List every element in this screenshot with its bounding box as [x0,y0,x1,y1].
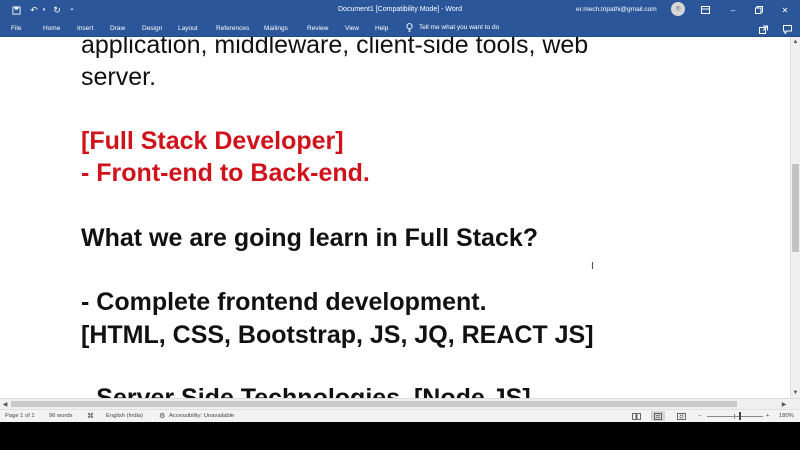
user-icon: ⌾ [675,4,681,13]
screen-letterbox [0,422,800,450]
tell-me-search[interactable]: Tell me what you want to do [406,23,499,32]
doc-line-server: server. [81,63,157,91]
status-bar: Page 1 of 1 96 words ⌘ English (India) ⚙… [0,409,800,422]
accessibility-status[interactable]: Accessibility: Unavailable [169,413,234,419]
tab-help[interactable]: Help [375,25,388,32]
tab-draw[interactable]: Draw [110,25,125,32]
lightbulb-icon [406,23,413,32]
tab-review[interactable]: Review [307,25,328,32]
doc-line-technologies: [HTML, CSS, Bootstrap, JS, JQ, REACT JS] [81,321,594,349]
tab-design[interactable]: Design [142,25,162,32]
avatar[interactable]: ⌾ [671,2,685,16]
zoom-center-mark [734,414,735,419]
tab-insert[interactable]: Insert [77,25,93,32]
horizontal-scroll-thumb[interactable] [11,401,737,407]
page-count[interactable]: Page 1 of 1 [5,413,35,419]
zoom-slider-thumb[interactable] [739,412,741,420]
read-mode-icon[interactable] [629,411,643,421]
tell-me-label: Tell me what you want to do [419,24,500,31]
zoom-level[interactable]: 180% [779,413,794,419]
scroll-up-icon[interactable]: ▲ [791,37,800,47]
restore-icon[interactable] [752,3,766,17]
horizontal-scrollbar[interactable]: ◀ ▶ [0,398,800,409]
doc-line-front-back: - Front-end to Back-end. [81,159,370,187]
doc-line-server-side: - Server Side Technologies. [Node JS] [81,384,531,398]
print-layout-icon[interactable] [651,411,665,421]
ribbon-tabs: File Home Insert Draw Design Layout Refe… [0,20,800,37]
vertical-scroll-thumb[interactable] [792,164,799,252]
zoom-out-button[interactable]: − [698,413,701,419]
share-icon[interactable] [757,23,769,35]
word-count[interactable]: 96 words [49,413,73,419]
text-cursor-icon: I [591,261,594,272]
title-bar: ↶ ▾ ↻ ⩡ Document1 [Compatibility Mode] -… [0,0,800,20]
document-canvas[interactable]: application, middleware, client-side too… [0,37,790,398]
tab-home[interactable]: Home [43,25,60,32]
tab-references[interactable]: References [216,25,249,32]
scroll-down-icon[interactable]: ▼ [791,388,800,398]
web-layout-icon[interactable] [674,411,688,421]
scroll-left-icon[interactable]: ◀ [0,399,10,409]
account-email[interactable]: er.mech.tripathi@gmail.com [576,6,657,13]
tab-mailings[interactable]: Mailings [264,25,288,32]
scroll-right-icon[interactable]: ▶ [779,399,789,409]
comments-icon[interactable] [781,23,793,35]
tab-layout[interactable]: Layout [178,25,198,32]
ribbon-display-options-icon[interactable] [698,3,712,17]
tab-file[interactable]: File [11,25,21,32]
zoom-slider-track[interactable] [707,416,763,417]
close-icon[interactable]: ✕ [778,3,792,17]
minimize-icon[interactable]: – [726,3,740,17]
tab-view[interactable]: View [345,25,359,32]
doc-line-application: application, middleware, client-side too… [81,37,589,59]
doc-heading-full-stack: [Full Stack Developer] [81,127,344,155]
vertical-scrollbar[interactable]: ▲ ▼ [790,37,800,398]
accessibility-icon: ⚙ [159,413,166,420]
doc-line-question: What we are going learn in Full Stack? [81,224,539,252]
proofing-icon[interactable]: ⌘ [87,412,94,420]
language[interactable]: English (India) [106,413,143,419]
doc-line-frontend: - Complete frontend development. [81,288,487,316]
zoom-in-button[interactable]: + [766,413,769,419]
